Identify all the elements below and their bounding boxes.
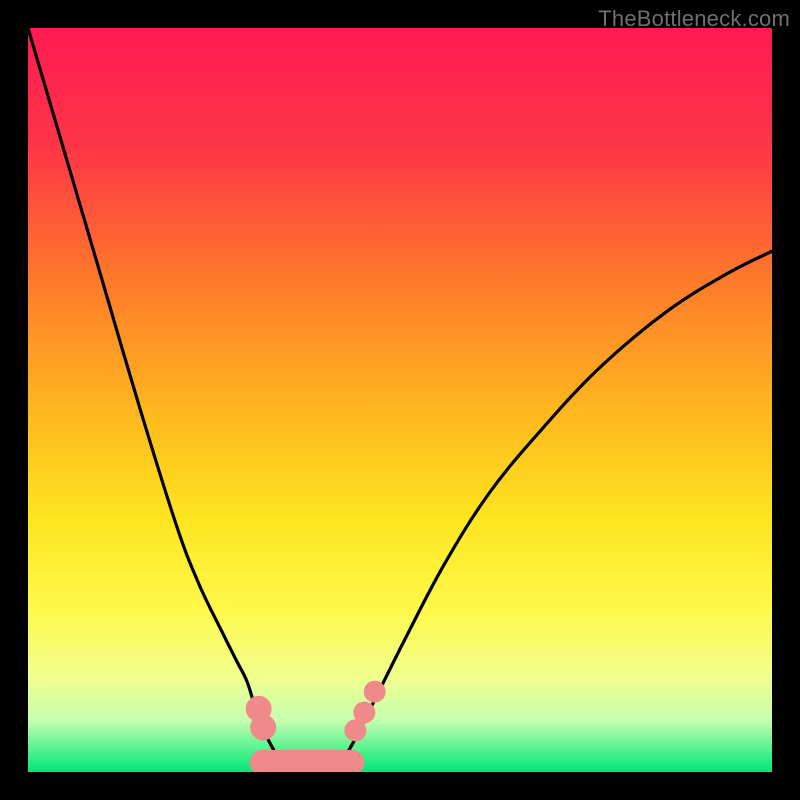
chart-svg xyxy=(28,28,772,772)
watermark-text: TheBottleneck.com xyxy=(598,6,790,32)
chart-plot-area xyxy=(28,28,772,772)
marker-bead-1 xyxy=(250,714,276,740)
outer-frame: TheBottleneck.com xyxy=(0,0,800,800)
marker-bead-4 xyxy=(364,681,386,703)
gradient-background xyxy=(28,28,772,772)
marker-bead-3 xyxy=(353,701,375,723)
